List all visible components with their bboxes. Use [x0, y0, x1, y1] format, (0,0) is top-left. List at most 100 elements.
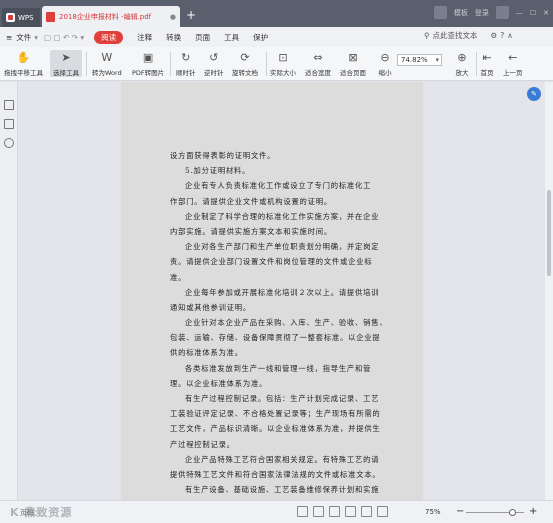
title-bar: WPS 2018企业申报材料 -编辑.pdf ● + 模板 登录 — ☐ ✕ [0, 0, 553, 27]
single-page-icon[interactable] [313, 506, 324, 517]
text-line[interactable]: 工艺文件，产品标识清晰。以企业标准体系为准，并提供生 [170, 421, 400, 436]
to-word-button[interactable]: W 转为Word [92, 50, 122, 78]
toolbar: ✋ 拖拽平移工具 ➤ 选择工具 W 转为Word ▣ PDF转图片 ↻ 顺时针 ↺ 逆时针 … [0, 47, 553, 81]
text-line[interactable]: 企业每年参加或开展标准化培训２次以上。请提供培训 [170, 285, 400, 300]
text-line[interactable]: 企业对各生产部门和生产单位职责划分明确，并定岗定 [170, 239, 400, 254]
text-line[interactable]: 5.加分证明材料。 [170, 163, 400, 178]
book-mode-icon[interactable] [361, 506, 372, 517]
fullscreen-icon[interactable] [377, 506, 388, 517]
vertical-scrollbar[interactable] [545, 82, 553, 500]
text-line[interactable]: 设方面获得表彰的证明文件。 [170, 148, 400, 163]
avatar[interactable] [495, 6, 509, 19]
page-text[interactable]: 设方面获得表彰的证明文件。 5.加分证明材料。 企业有专人负责标准化工作或设立了专门… [170, 148, 400, 497]
bookmarks-icon[interactable] [4, 119, 14, 129]
rotate-cw-icon: ↻ [181, 50, 191, 64]
zoom-out-button[interactable]: ⊖ 缩小 [378, 50, 392, 78]
text-line[interactable]: 内部实施。请提供实施方案文本和实施时间。 [170, 224, 400, 239]
zoom-in-label: 放大 [455, 69, 469, 77]
assistant-icon[interactable]: ✎ [527, 87, 541, 101]
status-zoom-out-icon[interactable]: − [456, 506, 464, 517]
zoom-in-button[interactable]: ⊕ 放大 [455, 50, 469, 78]
close-icon[interactable]: ✕ [543, 9, 549, 17]
hamburger-icon[interactable]: ≡ [6, 33, 12, 42]
prev-page-label: 上一页 [503, 69, 523, 77]
zoom-slider-knob[interactable] [509, 509, 516, 516]
read-mode-button[interactable]: 阅读 [94, 30, 124, 44]
fit-page-button[interactable]: ⊠ 适合页面 [340, 50, 366, 78]
scrollbar-thumb[interactable] [547, 190, 551, 276]
text-line[interactable]: 提供特殊工艺文件和符合国家法律法规的文件或标准文本。 [170, 467, 400, 482]
status-zoom[interactable]: 75% [425, 508, 441, 516]
rotate-counterclockwise-button[interactable]: ↺ 逆时针 [204, 50, 224, 78]
text-line[interactable]: 理。以企业标准体系为准。 [170, 376, 400, 391]
menu-convert[interactable]: 转换 [166, 32, 181, 43]
first-page-button[interactable]: ⇤ 首页 [480, 50, 494, 78]
maximize-icon[interactable]: ☐ [530, 9, 536, 17]
zoom-dropdown-icon[interactable]: ▾ [435, 56, 439, 64]
actual-size-icon: ⊡ [278, 50, 288, 64]
select-tool-button[interactable]: ➤ 选择工具 [50, 50, 82, 77]
zoom-out-icon: ⊖ [380, 50, 390, 64]
text-line[interactable]: 企业制定了科学合理的标准化工作实施方案，并在企业 [170, 209, 400, 224]
menu-annotate[interactable]: 注释 [137, 32, 152, 43]
file-dropdown-icon[interactable]: ▾ [34, 33, 38, 42]
zoom-input[interactable]: 74.82% ▾ [397, 54, 442, 66]
prev-page-icon: ← [508, 50, 518, 64]
settings-icon[interactable]: ⚙ [491, 31, 498, 40]
text-line[interactable]: 责。请提供企业部门设置文件和岗位管理的文件或企业标 [170, 254, 400, 269]
login-label[interactable]: 登录 [475, 8, 489, 18]
menu-tools[interactable]: 工具 [224, 32, 239, 43]
double-page-icon[interactable] [345, 506, 356, 517]
text-line[interactable]: 供的标准体系为准。 [170, 345, 400, 360]
menu-protect[interactable]: 保护 [253, 32, 268, 43]
text-line[interactable]: 包装、运输、存储、设备保障贯彻了一整套标准。以企业提 [170, 330, 400, 345]
text-line[interactable]: 企业产品特殊工艺符合国家相关规定。有特殊工艺的请 [170, 452, 400, 467]
status-zoom-in-icon[interactable]: + [529, 506, 537, 517]
search-icon: ⚲ [424, 31, 430, 40]
text-line[interactable]: 产过程控制记录。 [170, 437, 400, 452]
text-line[interactable]: 企业针对本企业产品在采购、入库、生产、验收、销售、 [170, 315, 400, 330]
text-line[interactable]: 通知或其他参训证明。 [170, 300, 400, 315]
actual-size-label: 实际大小 [270, 69, 296, 77]
wps-home-tab[interactable]: WPS [2, 8, 40, 27]
pan-tool-button[interactable]: ✋ 拖拽平移工具 [4, 50, 43, 78]
text-line[interactable]: 有生产过程控制记录。包括：生产计划完成记录、工艺 [170, 391, 400, 406]
layout-icon[interactable] [433, 6, 447, 19]
rotate-clockwise-button[interactable]: ↻ 顺时针 [176, 50, 196, 78]
actual-size-button[interactable]: ⊡ 实际大小 [270, 50, 296, 78]
document-tab[interactable]: 2018企业申报材料 -编辑.pdf ● [42, 6, 180, 27]
page-info: 页码： [20, 509, 41, 517]
prev-page-button[interactable]: ← 上一页 [503, 50, 523, 78]
text-line[interactable]: 作部门。请提供企业文件或机构设置的证明。 [170, 194, 400, 209]
tab-close-icon[interactable]: ● [170, 13, 176, 21]
continuous-page-icon[interactable] [329, 506, 340, 517]
text-line[interactable]: 企业有专人负责标准化工作或设立了专门的标准化工 [170, 178, 400, 193]
menu-page[interactable]: 页面 [195, 32, 210, 43]
quick-access-icons[interactable]: ▢ ▢ ↶ ↷ ▾ [44, 33, 84, 42]
help-icon[interactable]: ? [500, 31, 504, 40]
text-line[interactable]: 准。 [170, 270, 400, 285]
first-page-label: 首页 [480, 69, 494, 77]
thumbnails-icon[interactable] [4, 100, 14, 110]
fit-width-button[interactable]: ⇔ 适合宽度 [305, 50, 331, 78]
cursor-icon: ➤ [61, 50, 71, 64]
word-icon: W [101, 50, 113, 64]
wps-tab-label: WPS [18, 13, 34, 22]
text-line[interactable]: 各类标准发放到生产一线和管理一线，指导生产和管 [170, 361, 400, 376]
text-line[interactable]: 有生产设备、基础设施、工艺装备维修保养计划和实施 [170, 482, 400, 497]
text-line[interactable]: 工装验证评定记录、不合格处置记录等；生产现场有所需的 [170, 406, 400, 421]
document-viewport[interactable]: 设方面获得表彰的证明文件。 5.加分证明材料。 企业有专人负责标准化工作或设立了专门… [18, 82, 545, 500]
rotate-document-button[interactable]: ⟳ 旋转文档 [232, 50, 258, 78]
pdf-to-image-button[interactable]: ▣ PDF转图片 [132, 50, 164, 78]
pan-tool-label: 拖拽平移工具 [4, 69, 43, 77]
fit-width-icon: ⇔ [313, 50, 323, 64]
search-box[interactable]: ⚲ 点此查找文本 ⚙ ? ∧ [424, 30, 513, 41]
menu-file[interactable]: 文件 [16, 32, 31, 43]
collapse-icon[interactable]: ∧ [507, 31, 513, 40]
template-label[interactable]: 模板 [454, 8, 468, 18]
eye-protect-icon[interactable] [297, 506, 308, 517]
minimize-icon[interactable]: — [516, 9, 523, 17]
annotations-icon[interactable] [4, 138, 14, 148]
new-tab-button[interactable]: + [186, 9, 196, 21]
pdf-page[interactable]: 设方面获得表彰的证明文件。 5.加分证明材料。 企业有专人负责标准化工作或设立了专门… [121, 82, 423, 500]
